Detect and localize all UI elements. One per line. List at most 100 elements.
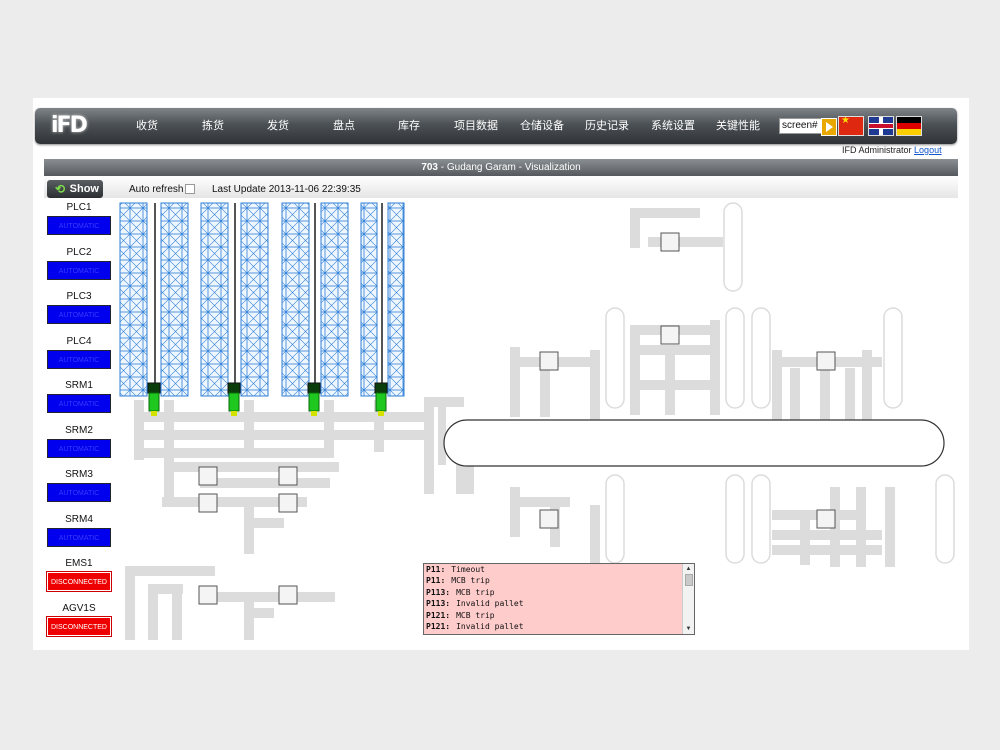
lift-2 <box>605 307 625 409</box>
srm-2-cab[interactable] <box>227 382 241 394</box>
alarm-code: P113: <box>426 587 451 597</box>
aisle-rail-1 <box>154 203 156 393</box>
conveyor-segment-27 <box>630 208 700 218</box>
station-box-7[interactable] <box>660 232 680 252</box>
station-box-2[interactable] <box>278 466 298 486</box>
conveyor-segment-44 <box>862 350 872 420</box>
srm-3-cab[interactable] <box>307 382 321 394</box>
srm-1-body[interactable] <box>148 392 160 412</box>
rack-8 <box>387 202 405 397</box>
rack-2 <box>160 202 189 397</box>
conveyor-segment-24 <box>244 602 254 640</box>
conveyor-segment-43 <box>845 368 855 420</box>
station-box-9[interactable] <box>539 351 559 371</box>
alarm-message: MCB trip <box>451 576 490 586</box>
station-box-1[interactable] <box>198 466 218 486</box>
alarm-code: P11: <box>426 576 446 586</box>
conveyor-segment-3 <box>244 400 254 452</box>
conveyor-segment-23 <box>205 592 335 602</box>
alarm-message: MCB trip <box>456 587 495 597</box>
warehouse-layout-map <box>119 202 955 640</box>
conveyor-segment-8 <box>134 448 334 458</box>
conveyor-segment-11 <box>424 397 434 494</box>
lift-8 <box>751 474 771 564</box>
conveyor-segment-54 <box>856 487 866 567</box>
conveyor-segment-31 <box>540 367 550 417</box>
alarm-message: Invalid pallet <box>456 621 524 631</box>
srm-4-fork[interactable] <box>378 411 384 416</box>
conveyor-segment-7 <box>134 430 424 440</box>
conveyor-segment-48 <box>590 505 600 565</box>
alarm-code: P11: <box>426 565 446 574</box>
conveyor-segment-38 <box>630 325 640 415</box>
rack-1 <box>119 202 148 397</box>
alarm-row[interactable]: P11: Timeout <box>424 564 682 575</box>
lift-4 <box>751 307 771 409</box>
srm-4-body[interactable] <box>375 392 387 412</box>
scroll-down-icon[interactable]: ▼ <box>684 625 693 633</box>
conveyor-segment-36 <box>665 345 675 415</box>
srm-2-body[interactable] <box>228 392 240 412</box>
aisle-rail-3 <box>314 203 316 393</box>
alarm-row[interactable]: P113: MCB trip <box>424 587 682 598</box>
alarm-message: MCB trip <box>456 610 495 620</box>
alarm-code: P121: <box>426 621 451 631</box>
conveyor-segment-28 <box>648 237 723 247</box>
alarm-message: Timeout <box>451 565 485 574</box>
alarm-row[interactable]: P121: MCB trip <box>424 632 682 634</box>
lift-9 <box>935 474 955 564</box>
lift-6 <box>605 474 625 564</box>
rack-6 <box>320 202 349 397</box>
alarm-code: P121: <box>426 633 450 634</box>
station-box-10[interactable] <box>816 351 836 371</box>
alarm-list: P11: Timeout P11: MCB trip P113: MCB trip P113… <box>424 564 682 634</box>
srm-3-body[interactable] <box>308 392 320 412</box>
scroll-thumb[interactable] <box>685 574 693 586</box>
conveyor-segment-25 <box>244 608 274 618</box>
station-box-8[interactable] <box>660 325 680 345</box>
conveyor-segment-32 <box>590 350 600 420</box>
aisle-rail-2 <box>234 203 236 393</box>
srm-4-cab[interactable] <box>374 382 388 394</box>
conveyor-segment-4 <box>324 400 334 452</box>
alarm-row[interactable]: P11: MCB trip <box>424 575 682 586</box>
conveyor-segment-37 <box>710 320 720 415</box>
alarm-row[interactable]: P121: MCB trip <box>424 610 682 621</box>
conveyor-segment-19 <box>125 566 215 576</box>
alarm-scrollbar[interactable]: ▲ ▼ <box>682 564 694 634</box>
alarm-message: MCB trip <box>456 633 495 634</box>
station-box-12[interactable] <box>816 509 836 529</box>
station-box-11[interactable] <box>539 509 559 529</box>
alarm-code: P121: <box>426 610 451 620</box>
srm-3-fork[interactable] <box>311 411 317 416</box>
aisle-rail-4 <box>381 203 383 393</box>
conveyor-segment-17 <box>244 518 284 528</box>
rack-7 <box>360 202 378 397</box>
srm-1-fork[interactable] <box>151 411 157 416</box>
station-box-5[interactable] <box>198 585 218 605</box>
conveyor-segment-42 <box>820 368 830 420</box>
station-box-4[interactable] <box>278 493 298 513</box>
srm-1-cab[interactable] <box>147 382 161 394</box>
alarm-row[interactable]: P121: Invalid pallet <box>424 621 682 632</box>
scroll-up-icon[interactable]: ▲ <box>684 565 693 573</box>
alarm-log[interactable]: P11: Timeout P11: MCB trip P113: MCB trip P113… <box>423 563 695 635</box>
rack-4 <box>240 202 269 397</box>
lift-1 <box>723 202 743 292</box>
main-loop-conveyor <box>443 419 945 467</box>
conveyor-segment-18 <box>125 566 135 640</box>
conveyor-segment-52 <box>800 510 810 565</box>
station-box-3[interactable] <box>198 493 218 513</box>
alarm-row[interactable]: P113: Invalid pallet <box>424 598 682 609</box>
alarm-code: P113: <box>426 599 451 609</box>
alarm-message: Invalid pallet <box>456 599 524 609</box>
conveyor-segment-22 <box>172 584 182 640</box>
station-box-6[interactable] <box>278 585 298 605</box>
conveyor-segment-9 <box>164 462 339 472</box>
conveyor-segment-46 <box>510 497 570 507</box>
conveyor-segment-10 <box>200 478 330 488</box>
conveyor-segment-45 <box>510 487 520 537</box>
srm-2-fork[interactable] <box>231 411 237 416</box>
conveyor-segment-41 <box>790 368 800 420</box>
lift-5 <box>883 307 903 409</box>
